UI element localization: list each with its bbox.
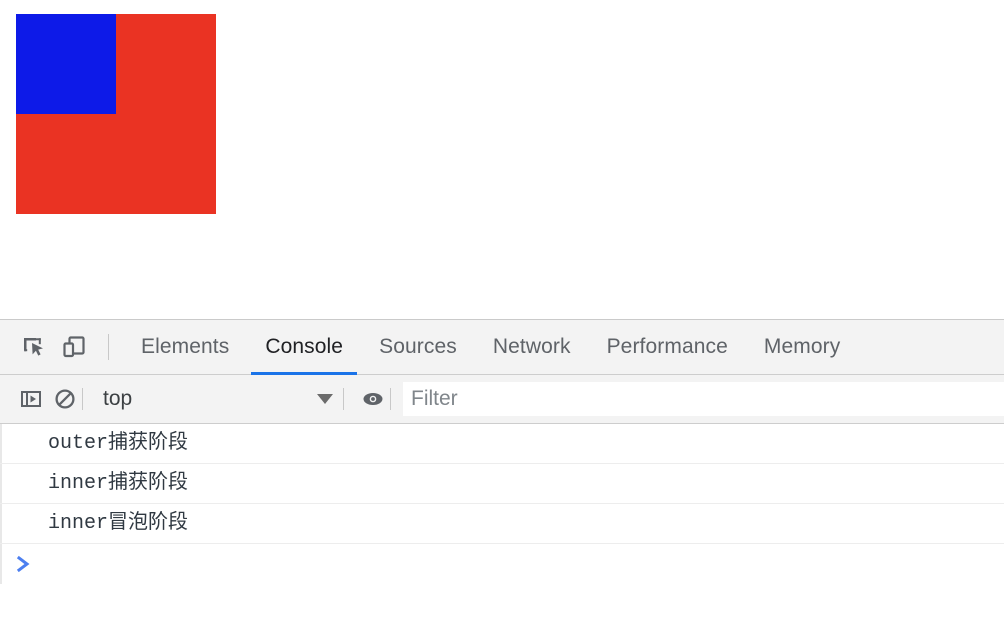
- console-message-text: inner冒泡阶段: [48, 511, 189, 535]
- tab-memory[interactable]: Memory: [746, 320, 858, 375]
- devtools-window: Elements Console Sources Network Perform…: [0, 0, 1004, 630]
- chevron-down-icon: [317, 394, 333, 404]
- console-message-text: outer捕获阶段: [48, 431, 189, 455]
- console-toolbar-divider-3: [390, 388, 391, 410]
- devtools-tab-list: Elements Console Sources Network Perform…: [123, 320, 858, 375]
- table-row[interactable]: inner捕获阶段: [0, 464, 1004, 504]
- inspect-element-icon[interactable]: [14, 327, 54, 367]
- console-toolbar: top: [0, 375, 1004, 424]
- device-toolbar-icon[interactable]: [54, 327, 94, 367]
- tab-sources[interactable]: Sources: [361, 320, 475, 375]
- tab-memory-label: Memory: [763, 335, 841, 358]
- tab-performance[interactable]: Performance: [589, 320, 746, 375]
- outer-box[interactable]: [16, 14, 216, 214]
- console-toolbar-divider-2: [343, 388, 344, 410]
- live-expression-icon[interactable]: [356, 382, 390, 416]
- tab-sources-label: Sources: [379, 335, 457, 358]
- console-message-text: inner捕获阶段: [48, 471, 189, 495]
- tab-network[interactable]: Network: [475, 320, 589, 375]
- tab-elements-label: Elements: [141, 335, 230, 358]
- tab-console-label: Console: [265, 335, 344, 358]
- execution-context-value: top: [103, 387, 133, 410]
- tab-performance-label: Performance: [606, 335, 728, 358]
- console-prompt-row[interactable]: [0, 544, 1004, 584]
- prompt-chevron-icon: [16, 555, 32, 573]
- tab-elements[interactable]: Elements: [123, 320, 247, 375]
- table-row[interactable]: outer捕获阶段: [0, 424, 1004, 464]
- console-toolbar-divider-1: [82, 388, 83, 410]
- console-sidebar-icon[interactable]: [14, 382, 48, 416]
- table-row[interactable]: inner冒泡阶段: [0, 504, 1004, 544]
- devtools-panel: Elements Console Sources Network Perform…: [0, 319, 1004, 630]
- execution-context-selector[interactable]: top: [95, 382, 343, 416]
- filter-field[interactable]: [403, 382, 1004, 416]
- tab-network-label: Network: [492, 335, 571, 358]
- console-message-list: outer捕获阶段 inner捕获阶段 inner冒泡阶段: [0, 424, 1004, 630]
- page-viewport: [0, 0, 1004, 319]
- inner-box[interactable]: [16, 14, 116, 114]
- tab-console[interactable]: Console: [247, 320, 361, 375]
- console-prompt-input[interactable]: [42, 549, 1004, 579]
- toolbar-divider: [108, 334, 109, 360]
- devtools-tabbar: Elements Console Sources Network Perform…: [0, 320, 1004, 375]
- clear-console-icon[interactable]: [48, 382, 82, 416]
- filter-input[interactable]: [403, 383, 1004, 415]
